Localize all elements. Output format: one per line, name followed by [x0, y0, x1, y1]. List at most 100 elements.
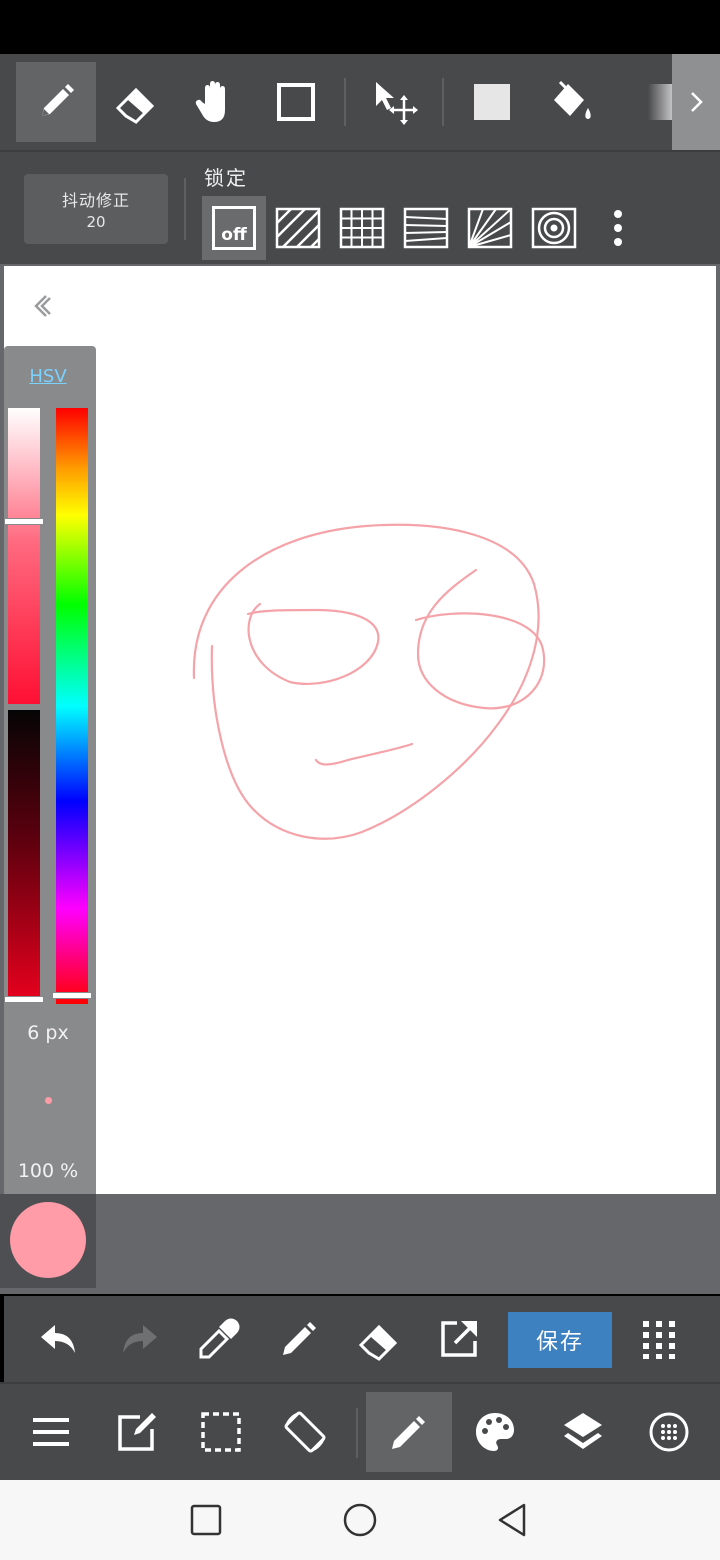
back-button[interactable] [492, 1500, 532, 1540]
stabilizer-label: 抖动修正 [61, 191, 130, 210]
status-bar [0, 0, 720, 54]
diagonal-lines-icon [275, 207, 321, 249]
more-vertical-icon [614, 210, 622, 246]
hsv-tab[interactable]: HSV [4, 366, 92, 387]
saturation-slider[interactable] [8, 408, 40, 704]
shape-tool-button[interactable] [256, 62, 336, 142]
perspective-ruler-button[interactable] [394, 196, 458, 260]
eraser-icon [115, 87, 155, 124]
bucket-tool-button[interactable] [532, 62, 612, 142]
selection-icon [201, 1412, 241, 1452]
gradient-icon [648, 84, 676, 120]
eraser-tool-button[interactable] [96, 62, 176, 142]
off-icon: off [212, 206, 256, 250]
undo-icon [41, 1325, 75, 1353]
eraser-quick-button[interactable] [344, 1304, 414, 1374]
system-navigation-bar [0, 1480, 720, 1560]
eyedropper-button[interactable] [184, 1304, 254, 1374]
paint-bucket-icon [554, 80, 591, 119]
concentric-circles-icon [531, 207, 577, 249]
redo-button[interactable] [104, 1304, 174, 1374]
current-color-area [0, 1194, 96, 1288]
parallel-ruler-button[interactable] [266, 196, 330, 260]
ruler-more-button[interactable] [586, 196, 650, 260]
toolbar-divider [344, 78, 346, 126]
grid-ruler-button[interactable] [330, 196, 394, 260]
pen-quick-button[interactable] [264, 1304, 334, 1374]
pen-icon [42, 84, 74, 116]
save-button[interactable]: 保存 [508, 1312, 612, 1368]
hue-slider[interactable] [56, 408, 88, 1004]
external-link-icon [441, 1321, 477, 1357]
ruler-off-button[interactable]: off [202, 196, 266, 260]
drawing-canvas[interactable] [4, 266, 716, 1194]
recent-apps-button[interactable] [186, 1500, 226, 1540]
rotate-canvas-button[interactable] [262, 1392, 348, 1472]
eyedropper-icon [199, 1318, 240, 1359]
pen-tool-button[interactable] [16, 62, 96, 142]
color-panel: HSV 6 px 100 % [4, 346, 96, 1286]
saturation-handle[interactable] [4, 518, 44, 525]
toolbar-divider [442, 78, 444, 126]
material-button[interactable] [626, 1392, 712, 1472]
move-icon [376, 82, 418, 125]
tool-options-bar: 抖动修正 20 锁定 off [0, 150, 720, 264]
right-eye [414, 568, 546, 710]
triangle-back-icon [498, 1503, 526, 1537]
quick-menu-button[interactable] [624, 1304, 694, 1374]
radial-ruler-button[interactable] [458, 196, 522, 260]
home-button[interactable] [340, 1500, 380, 1540]
redo-icon [123, 1325, 157, 1353]
undo-button[interactable] [24, 1304, 94, 1374]
tool-bar [0, 54, 720, 150]
hand-icon [195, 81, 225, 122]
concentric-ruler-button[interactable] [522, 196, 586, 260]
color-palette-button[interactable] [452, 1392, 538, 1472]
circle-icon [343, 1503, 377, 1537]
palette-icon [476, 1413, 514, 1451]
pen-icon [392, 1416, 425, 1449]
stabilizer-button[interactable]: 抖动修正 20 [24, 174, 168, 244]
brightness-slider[interactable] [8, 710, 40, 1002]
more-tools-button[interactable] [672, 54, 720, 150]
edit-icon [118, 1413, 156, 1451]
selection-button[interactable] [178, 1392, 264, 1472]
eraser-icon [358, 1324, 398, 1361]
options-divider [184, 178, 186, 240]
hamburger-menu-icon [33, 1418, 69, 1446]
dots-grid-icon [643, 1321, 675, 1359]
current-color-swatch[interactable] [10, 1202, 86, 1278]
nav-divider [356, 1408, 358, 1458]
rotate-screen-icon [284, 1411, 326, 1453]
fill-color-tool-button[interactable] [452, 62, 532, 142]
hue-handle[interactable] [52, 992, 92, 999]
brush-preview-dot [45, 1097, 52, 1104]
material-icon [649, 1412, 689, 1452]
grid-icon [339, 207, 385, 249]
pen-icon [283, 1322, 316, 1355]
brightness-handle[interactable] [4, 996, 44, 1003]
collapse-panel-button[interactable] [28, 290, 60, 322]
mouth [314, 742, 414, 766]
opacity-value[interactable]: 100 % [4, 1160, 92, 1182]
face-outline [192, 523, 540, 840]
rectangle-icon [277, 83, 315, 121]
move-tool-button[interactable] [354, 62, 434, 142]
brush-size-value[interactable]: 6 px [4, 1022, 92, 1044]
edit-button[interactable] [94, 1392, 180, 1472]
stabilizer-value: 20 [86, 213, 106, 231]
layers-button[interactable] [540, 1392, 626, 1472]
square-icon [190, 1504, 222, 1536]
main-menu-button[interactable] [8, 1392, 94, 1472]
app-nav-bar [0, 1382, 720, 1480]
brush-panel-button[interactable] [366, 1392, 452, 1472]
radial-lines-icon [467, 207, 513, 249]
perspective-lines-icon [403, 207, 449, 249]
double-chevron-left-icon [34, 295, 51, 317]
hand-tool-button[interactable] [176, 62, 256, 142]
action-bar: 保存 [4, 1296, 720, 1382]
canvas-area: HSV 6 px 100 % [0, 264, 720, 1294]
left-eye [246, 602, 380, 685]
filled-square-icon [474, 84, 510, 120]
export-button[interactable] [424, 1304, 494, 1374]
